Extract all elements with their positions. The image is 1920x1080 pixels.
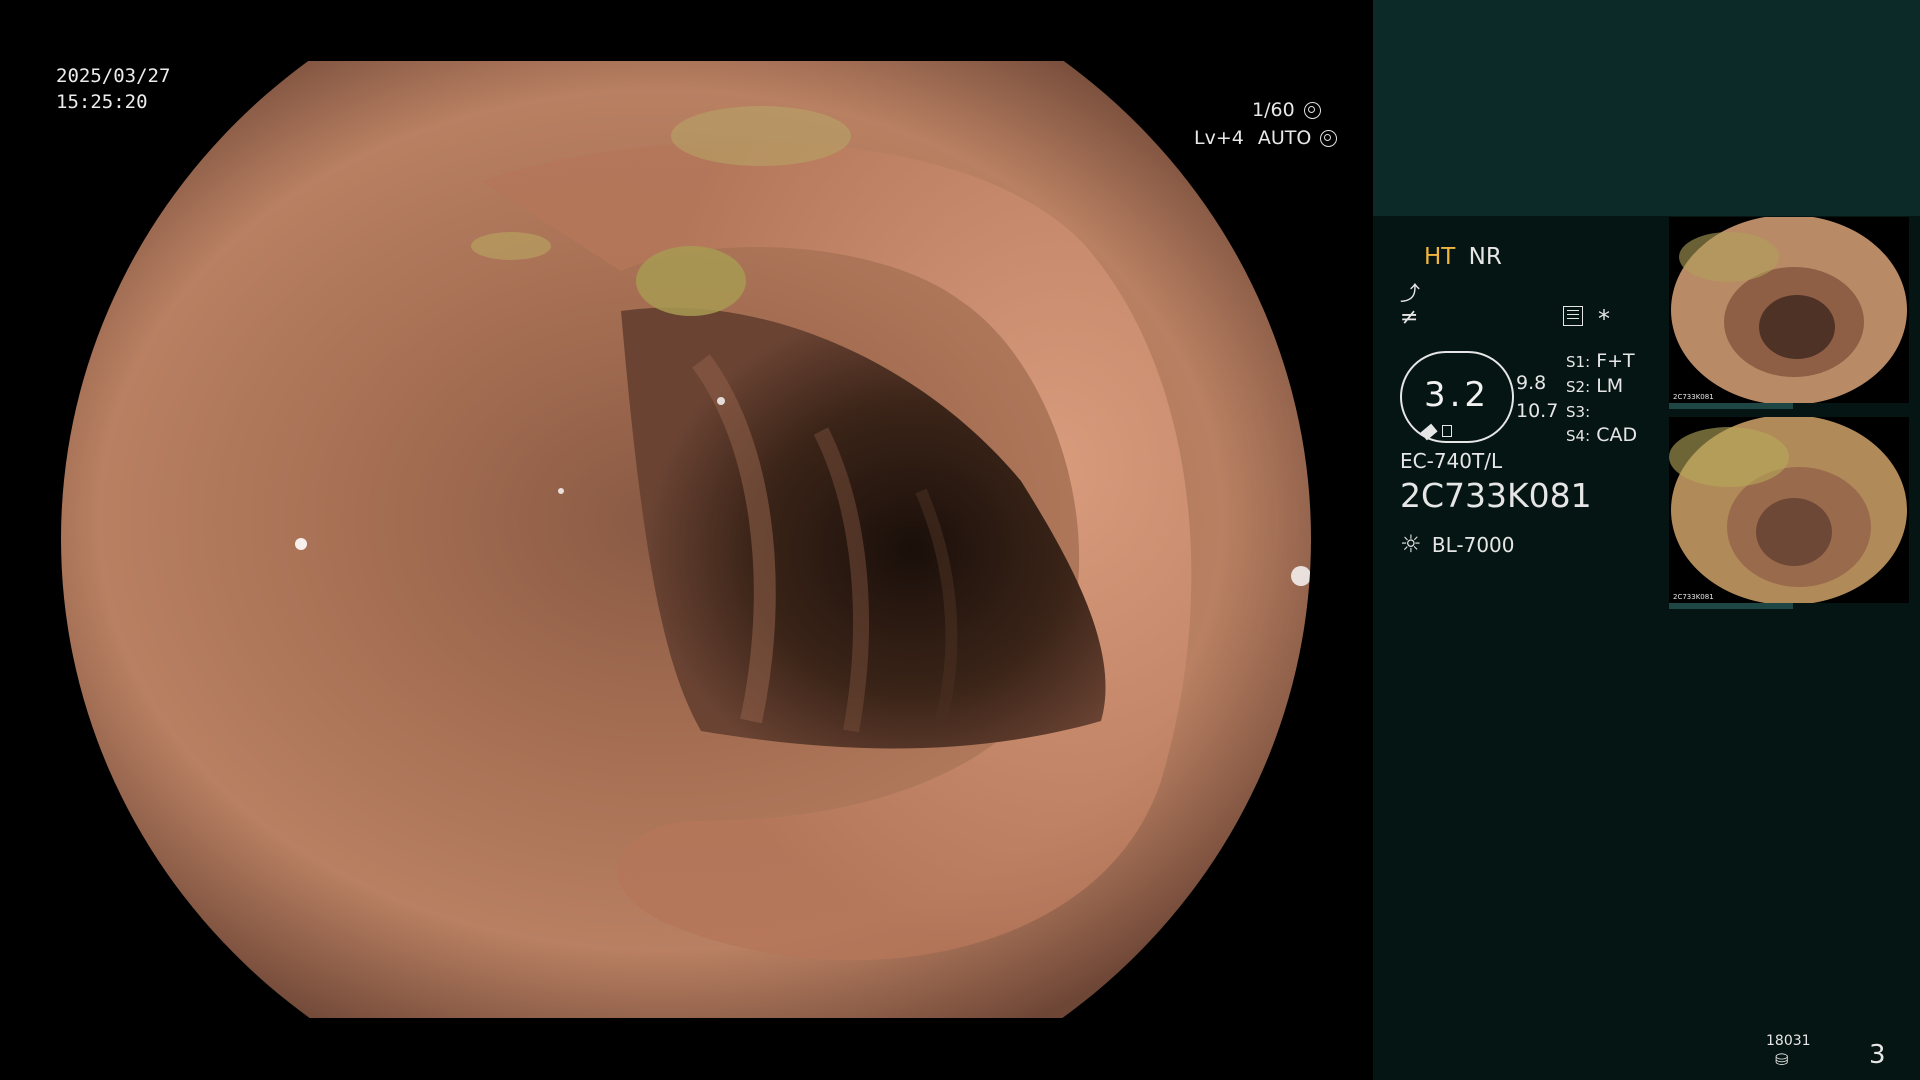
storage-icon: ⛁ <box>1775 1050 1789 1069</box>
date-text: 2025/03/27 <box>56 65 171 87</box>
s3-key: S3 <box>1566 403 1586 421</box>
thumbnail-2-strip <box>1669 603 1793 609</box>
status-panel: HT NR ⤴ ≠ * 3.2 9.8 10.7 S1: F+T S2: LM … <box>1373 0 1920 1080</box>
s2-key: S2 <box>1566 378 1586 396</box>
status-panel-header <box>1373 0 1920 216</box>
s4-row: S4: CAD <box>1566 424 1638 446</box>
light-icon: ☼ <box>1400 530 1422 558</box>
datetime-overlay: 2025/03/27 15:25:20 <box>56 63 170 115</box>
asterisk-mark: * <box>1598 305 1610 333</box>
menu-icon <box>1563 306 1583 326</box>
s3-row: S3: <box>1566 403 1591 421</box>
ht-nr-labels: HT NR <box>1424 244 1502 270</box>
s1-row: S1: F+T <box>1566 350 1635 372</box>
shutter-readout: 1/60 <box>1252 99 1321 121</box>
ht-label: HT <box>1424 244 1456 270</box>
s2-value: LM <box>1596 375 1624 397</box>
s1-value: F+T <box>1596 350 1635 372</box>
light-source-text: BL-7000 <box>1431 533 1515 557</box>
s1-key: S1 <box>1566 353 1586 371</box>
endoscope-view-area: 2025/03/27 15:25:20 1/60 Lv+4 AUTO <box>0 0 1372 1080</box>
s4-key: S4 <box>1566 427 1586 445</box>
enhance-icon: ⤴ <box>1400 281 1420 305</box>
s4-value: CAD <box>1596 424 1638 446</box>
gain-sub-2: 10.7 <box>1516 400 1559 422</box>
square-icon <box>1442 425 1452 437</box>
scope-model: EC-740T/L <box>1400 449 1503 473</box>
storage-count: 18031 <box>1766 1033 1811 1049</box>
s2-row: S2: LM <box>1566 375 1624 397</box>
page-number: 3 <box>1869 1040 1886 1070</box>
light-source-row: ☼ BL-7000 <box>1400 530 1515 558</box>
nr-label: NR <box>1468 244 1502 270</box>
endoscope-image <box>61 61 1311 1018</box>
shutter-icon <box>1303 102 1321 119</box>
thumbnail-2-label: 2C733K081 <box>1673 593 1714 601</box>
thumbnail-1-label: 2C733K081 <box>1673 393 1714 401</box>
freeze-icon: ≠ <box>1400 305 1419 330</box>
iris-mode-text: AUTO <box>1257 127 1312 149</box>
level-text: Lv+4 <box>1194 127 1244 149</box>
thumbnail-1-strip <box>1669 403 1793 409</box>
shutter-text: 1/60 <box>1252 99 1295 121</box>
gain-value: 3.2 <box>1423 375 1491 415</box>
pen-icon <box>1420 423 1438 441</box>
scope-serial: 2C733K081 <box>1400 476 1592 515</box>
gain-indicator: 3.2 <box>1400 351 1514 443</box>
thumbnail-2[interactable]: 2C733K081 <box>1669 417 1909 603</box>
time-text: 15:25:20 <box>56 91 148 113</box>
iris-icon <box>1320 130 1338 147</box>
level-readout: Lv+4 AUTO <box>1194 127 1338 149</box>
gain-sub-1: 9.8 <box>1516 372 1547 394</box>
thumbnail-1[interactable]: 2C733K081 <box>1669 217 1909 403</box>
